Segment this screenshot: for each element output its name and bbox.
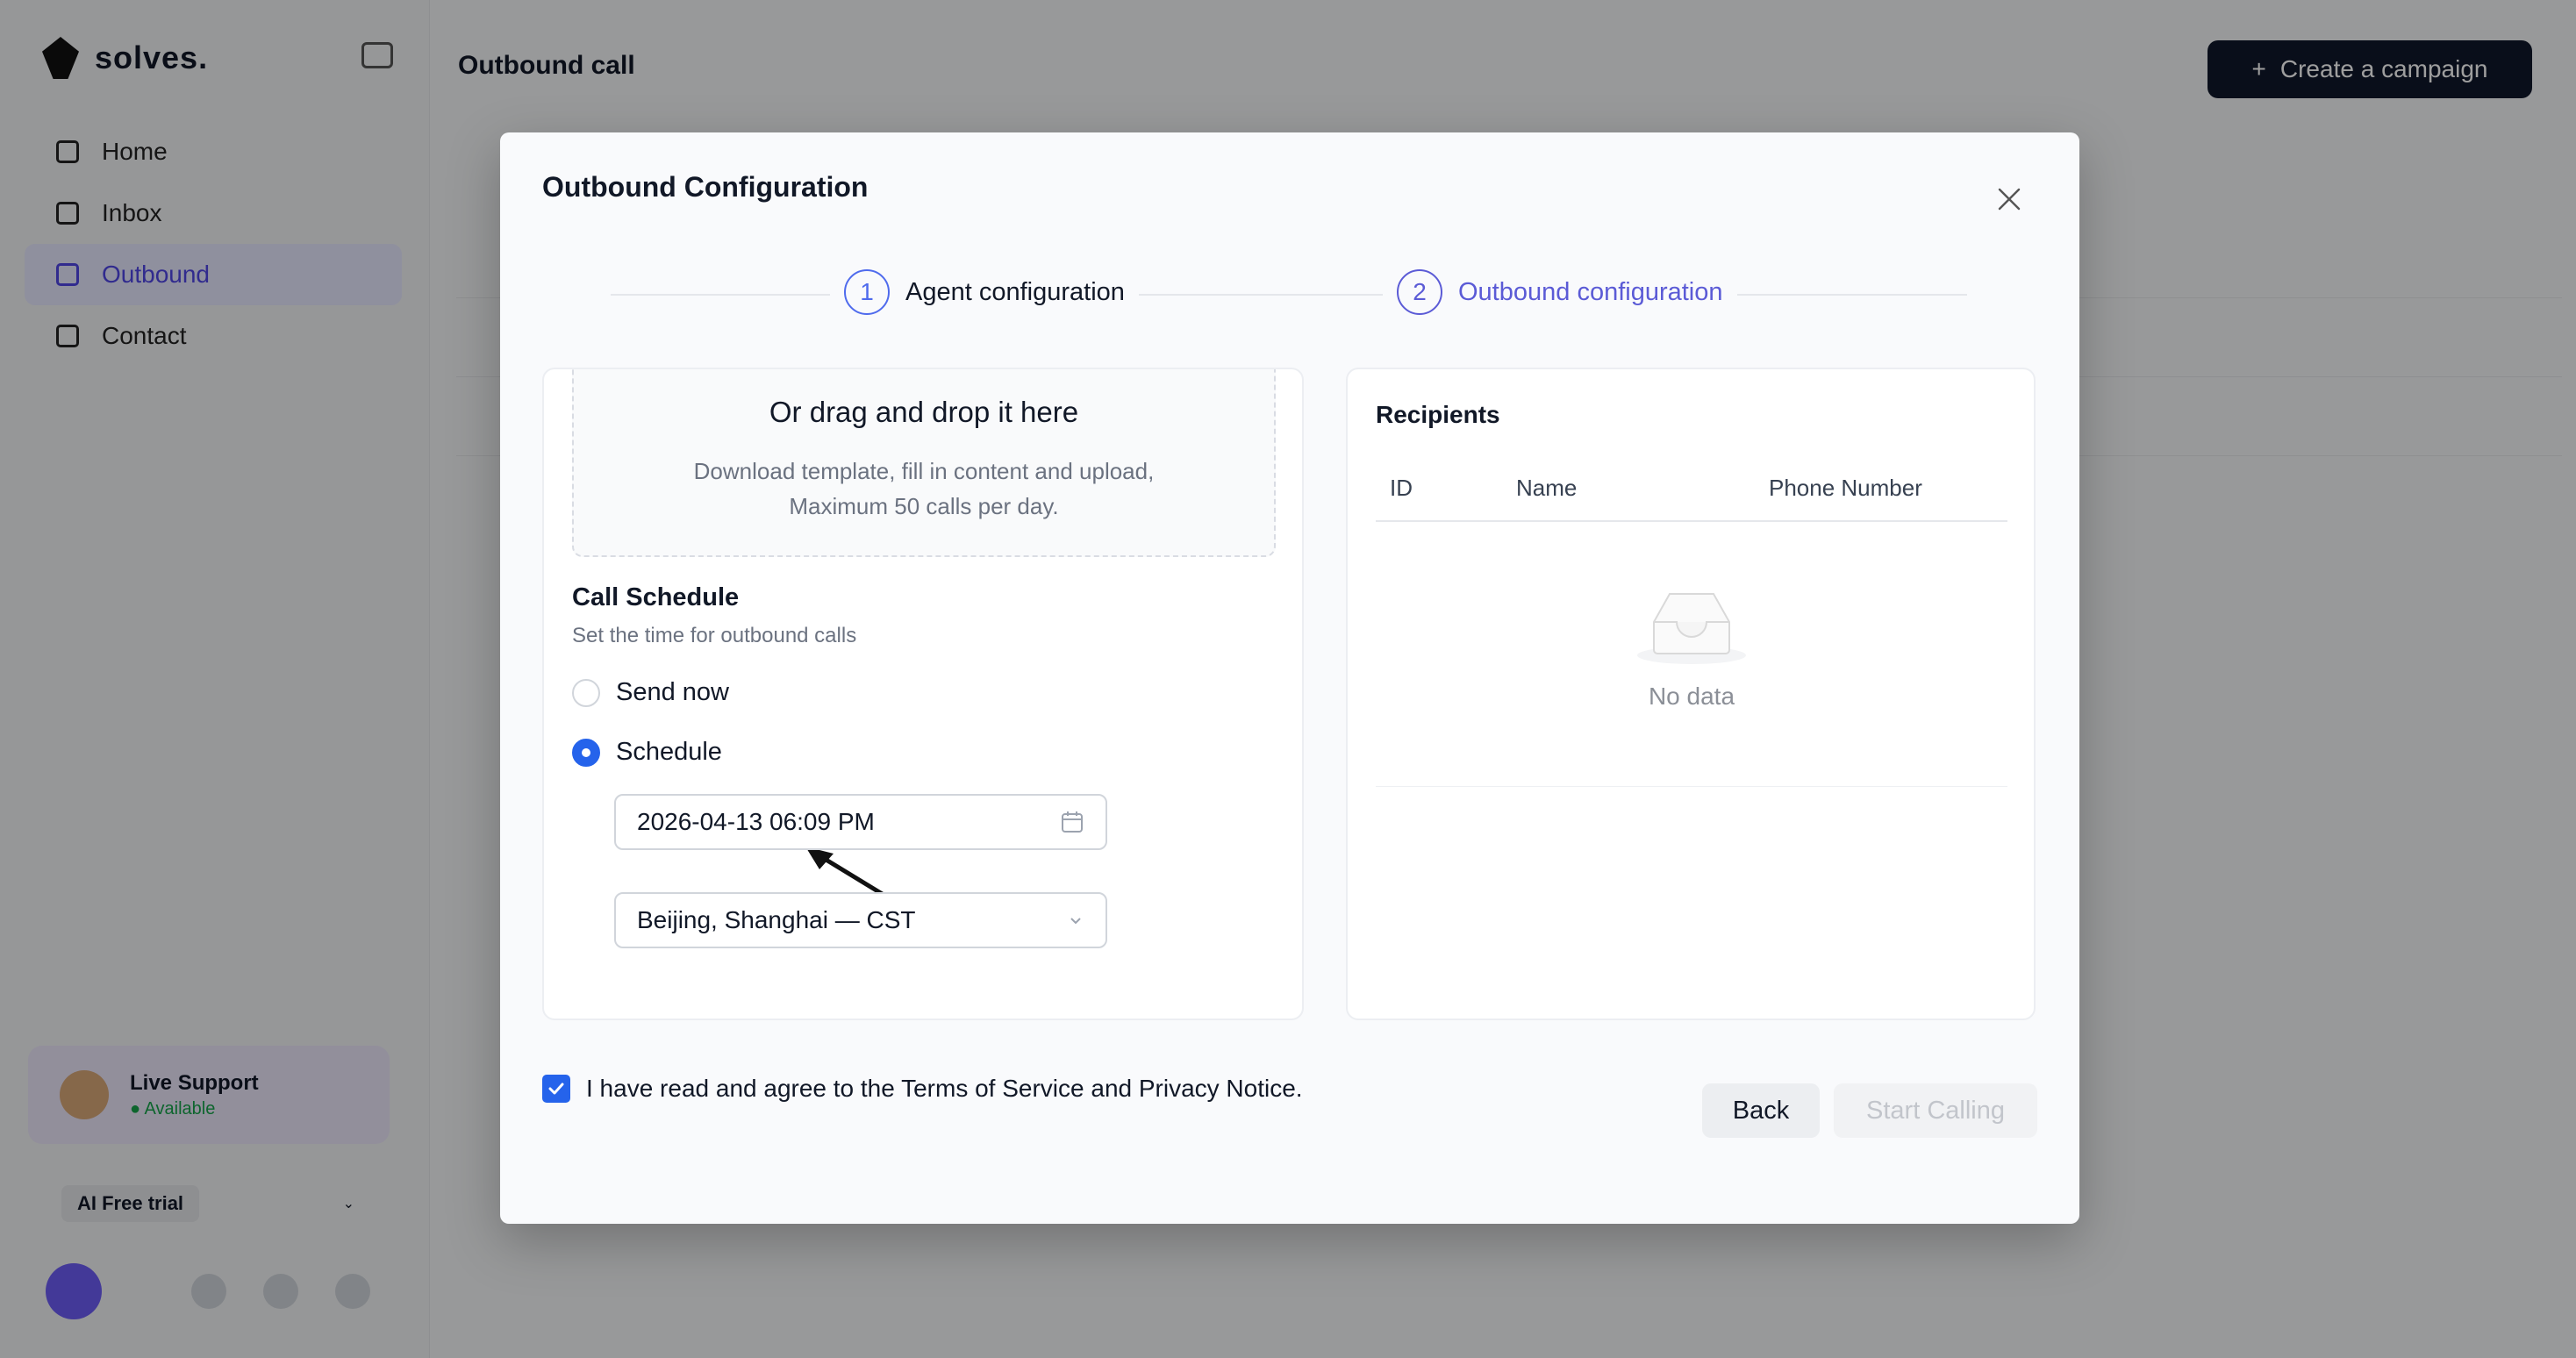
step-agent-configuration[interactable]: 1 Agent configuration (830, 269, 1139, 315)
radio-circle-checked[interactable] (572, 738, 600, 767)
column-header-id: ID (1390, 475, 1413, 501)
modal-title: Outbound Configuration (542, 171, 869, 203)
timezone-select[interactable]: Beijing, Shanghai — CST (614, 892, 1107, 948)
datetime-picker[interactable]: 2026-04-13 06:09 PM (614, 794, 1107, 850)
recipients-empty-state: No data (1376, 524, 2007, 787)
empty-state-text: No data (1648, 683, 1735, 710)
step-number: 1 (844, 269, 890, 315)
dropzone-description: Download template, fill in content and u… (574, 454, 1274, 524)
checkmark-icon (548, 1083, 564, 1095)
outbound-configuration-modal: Outbound Configuration 1 Agent configura… (500, 132, 2079, 1224)
steps-bar: 1 Agent configuration 2 Outbound configu… (611, 269, 1967, 318)
dropzone-title: Or drag and drop it here (769, 396, 1079, 428)
recipients-panel: Recipients ID Name Phone Number No data (1346, 368, 2036, 1020)
close-button[interactable] (1992, 182, 2027, 217)
timezone-value: Beijing, Shanghai — CST (637, 906, 916, 933)
step-label: Agent configuration (905, 277, 1125, 306)
call-schedule-subtitle: Set the time for outbound calls (572, 624, 857, 647)
upload-dropzone[interactable]: Or drag and drop it here Download templa… (572, 369, 1276, 557)
back-button[interactable]: Back (1702, 1083, 1820, 1138)
column-header-name: Name (1516, 475, 1578, 501)
terms-agreement-text: I have read and agree to the Terms of Se… (586, 1075, 1303, 1102)
radio-send-now[interactable]: Send now (572, 678, 729, 707)
chevron-down-icon (1070, 918, 1081, 925)
step-outbound-configuration[interactable]: 2 Outbound configuration (1383, 269, 1737, 315)
radio-label: Send now (616, 678, 729, 706)
configuration-panel: Or drag and drop it here Download templa… (542, 368, 1304, 1020)
radio-schedule[interactable]: Schedule (572, 738, 722, 767)
calendar-icon (1062, 811, 1083, 833)
datetime-value: 2026-04-13 06:09 PM (637, 808, 875, 835)
dropzone-desc-line2: Maximum 50 calls per day. (789, 493, 1059, 519)
call-schedule-title: Call Schedule (572, 583, 740, 611)
radio-circle[interactable] (572, 678, 600, 707)
start-calling-button[interactable]: Start Calling (1834, 1083, 2037, 1138)
recipients-title: Recipients (1376, 401, 1500, 428)
dropzone-desc-line1: Download template, fill in content and u… (693, 458, 1155, 484)
terms-agreement[interactable]: I have read and agree to the Terms of Se… (542, 1075, 1303, 1103)
step-number: 2 (1397, 269, 1442, 315)
steps-line (611, 294, 1967, 296)
terms-checkbox[interactable] (542, 1075, 570, 1103)
recipients-table-header: ID Name Phone Number (1376, 468, 2007, 522)
column-header-phone: Phone Number (1769, 475, 1922, 501)
empty-inbox-icon (1637, 593, 1746, 664)
close-icon (1998, 188, 2021, 211)
step-label: Outbound configuration (1458, 277, 1723, 306)
radio-label: Schedule (616, 738, 722, 766)
